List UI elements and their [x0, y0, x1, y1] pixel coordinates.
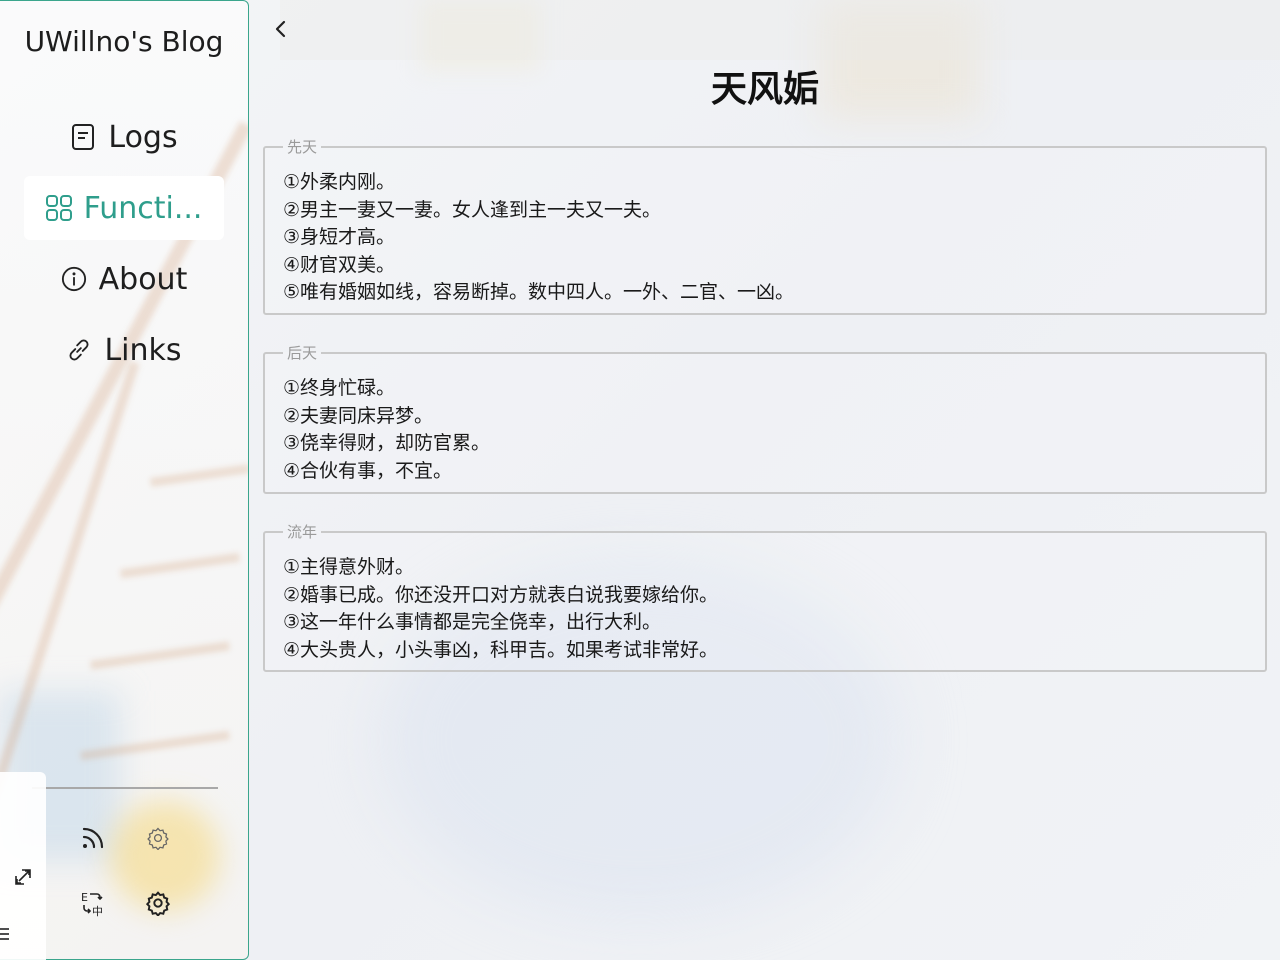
menu-button[interactable]: [0, 918, 18, 954]
section-line: ①终身忙碌。: [283, 377, 396, 399]
nav-item-logs[interactable]: Logs: [24, 105, 224, 169]
rss-button[interactable]: [75, 822, 111, 858]
nav-item-links[interactable]: Links: [24, 318, 224, 382]
rss-icon: [80, 825, 106, 855]
translate-button[interactable]: E中: [75, 887, 111, 923]
site-title[interactable]: UWillno's Blog: [0, 25, 248, 58]
nav-label-logs: Logs: [108, 119, 178, 155]
section-line: ③侥幸得财，却防官累。: [283, 432, 491, 454]
chevron-left-icon: [274, 19, 288, 43]
section-line: ④财官双美。: [283, 253, 396, 276]
mini-toolbar: [0, 772, 46, 960]
expand-icon: [12, 866, 34, 892]
sidebar-divider: [32, 787, 218, 789]
gear-icon: [146, 826, 170, 854]
section-legend: 流年: [287, 523, 318, 541]
svg-text:中: 中: [92, 905, 103, 917]
section-houtian: 后天 ①终身忙碌。 ②夫妻同床异梦。 ③侥幸得财，却防官累。 ④合伙有事，不宜。: [263, 342, 1267, 494]
theme-settings-button[interactable]: [140, 822, 176, 858]
section-line: ③身短才高。: [283, 226, 396, 248]
page-title: 天风姤: [710, 69, 819, 110]
nav-item-functions[interactable]: Functi...: [24, 176, 224, 240]
section-line: ②男主一妻又一妻。女人逢到主一夫又一夫。: [283, 198, 662, 221]
top-bar: [280, 0, 1280, 60]
section-line: ④大头贵人，小头事凶，科甲吉。如果考试非常好。: [283, 638, 719, 661]
settings-button[interactable]: [140, 887, 176, 923]
document-icon: [70, 124, 96, 150]
translate-icon: E中: [79, 889, 107, 921]
section-line: ①外柔内刚。: [283, 171, 396, 193]
section-line: ④合伙有事，不宜。: [283, 459, 453, 482]
section-legend: 后天: [287, 344, 318, 362]
section-line: ③这一年什么事情都是完全侥幸，出行大利。: [283, 611, 662, 633]
section-line: ⑤唯有婚姻如线，容易断掉。数中四人。一外、二官、一凶。: [283, 281, 795, 303]
section-xiantian: 先天 ①外柔内刚。 ②男主一妻又一妻。女人逢到主一夫又一夫。 ③身短才高。 ④财…: [263, 136, 1267, 315]
expand-button[interactable]: [5, 861, 41, 897]
section-line: ①主得意外财。: [283, 556, 415, 578]
nav-label-functions: Functi...: [83, 190, 203, 226]
grid-icon: [45, 195, 72, 221]
nav-item-about[interactable]: About: [24, 247, 224, 311]
section-liunian: 流年 ①主得意外财。 ②婚事已成。你还没开口对方就表白说我要嫁给你。 ③这一年什…: [263, 521, 1267, 672]
settings-icon: [145, 890, 171, 920]
back-button[interactable]: [268, 16, 294, 46]
nav-label-about: About: [98, 261, 188, 297]
info-icon: [61, 266, 87, 292]
menu-icon: [0, 924, 11, 948]
section-line: ②婚事已成。你还没开口对方就表白说我要嫁给你。: [283, 583, 719, 606]
section-legend: 先天: [287, 138, 318, 156]
section-line: ②夫妻同床异梦。: [283, 404, 434, 427]
link-icon: [66, 337, 92, 363]
svg-text:E: E: [81, 891, 88, 904]
nav-label-links: Links: [104, 332, 182, 368]
